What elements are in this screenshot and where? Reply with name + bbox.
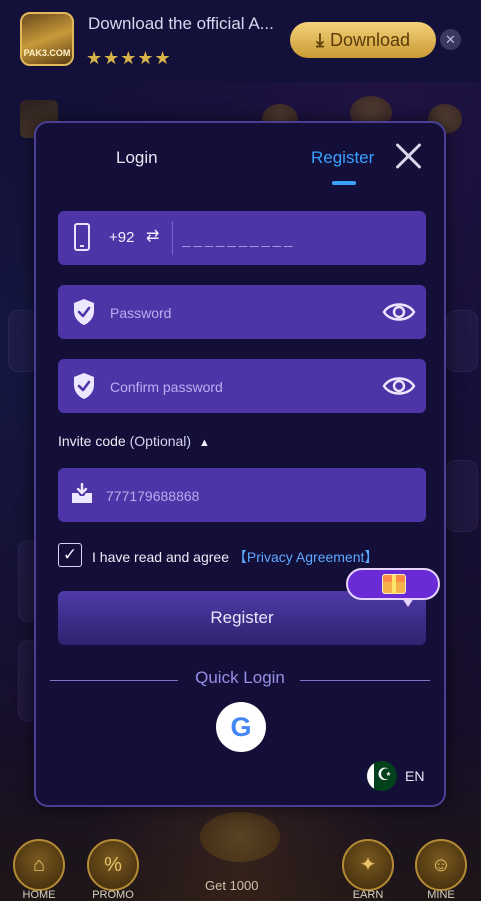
nav-label: HOME [22, 889, 56, 901]
rating-stars: ★★★★★ [86, 48, 172, 68]
nav-home[interactable]: ⌂ HOME [4, 839, 74, 901]
swap-icon[interactable]: ⇄ [146, 226, 159, 246]
agree-label: I have read and agree [92, 549, 229, 565]
download-icon: ⤓ [315, 29, 324, 50]
nav-label: PROMO [92, 889, 134, 901]
app-logo-text: PAK3.COM [23, 48, 71, 58]
nav-mine[interactable]: ☺ MINE [406, 839, 476, 901]
privacy-agreement-link[interactable]: 【Privacy Agreement】 [233, 549, 379, 565]
agree-text: I have read and agree 【Privacy Agreement… [92, 547, 378, 567]
caret-up-icon[interactable]: ▲ [199, 437, 210, 449]
tab-register[interactable]: Register [311, 148, 374, 168]
download-label: Download [329, 29, 411, 50]
eye-icon[interactable] [382, 373, 416, 399]
gift-icon: ✦ [342, 839, 394, 891]
divider-right [300, 680, 430, 681]
invite-code-field [58, 468, 426, 522]
shield-icon [74, 373, 94, 399]
profile-icon: ☺ [415, 839, 467, 891]
inbox-icon [72, 483, 92, 503]
country-code[interactable]: +92 [109, 229, 134, 246]
app-logo: PAK3.COM [20, 12, 74, 66]
invite-label-text: Invite code [58, 433, 126, 449]
banner-close-icon[interactable]: ✕ [440, 29, 461, 50]
password-input[interactable] [108, 297, 372, 329]
nav-promo[interactable]: % PROMO [78, 839, 148, 901]
active-tab-indicator [332, 181, 356, 185]
agree-checkbox[interactable]: ✓ [58, 543, 82, 567]
download-button[interactable]: ⤓ Download [290, 22, 436, 58]
bottom-nav: ⌂ HOME % PROMO Get 1000 ✦ EARN ☺ MINE [0, 837, 481, 901]
tab-login[interactable]: Login [116, 148, 158, 168]
phone-field: +92 ⇄ [58, 211, 426, 265]
bonus-text: Get 1000 [205, 878, 259, 893]
divider [172, 221, 173, 255]
confirm-password-field [58, 359, 426, 413]
home-icon: ⌂ [13, 839, 65, 891]
close-icon[interactable] [394, 141, 424, 171]
register-modal: Login Register +92 ⇄ I [34, 121, 446, 807]
eye-icon[interactable] [382, 299, 416, 325]
phone-icon [74, 223, 90, 251]
phone-input[interactable] [180, 223, 414, 255]
nav-label: MINE [427, 889, 455, 901]
nav-earn[interactable]: ✦ EARN [333, 839, 403, 901]
download-banner: PAK3.COM Download the official A... ★★★★… [0, 0, 481, 82]
promo-icon: % [87, 839, 139, 891]
invite-optional-text: (Optional) [129, 433, 192, 449]
shield-icon [74, 299, 94, 325]
invite-code-label[interactable]: Invite code (Optional) ▲ [58, 433, 210, 449]
pakistan-flag-icon[interactable]: ☪ [367, 761, 397, 791]
language-selector[interactable]: EN [405, 768, 424, 784]
gift-box-icon [382, 574, 406, 594]
nav-label: EARN [352, 889, 384, 901]
quick-login-title: Quick Login [195, 668, 285, 687]
gift-badge[interactable] [346, 568, 440, 607]
invite-code-input[interactable] [104, 480, 408, 512]
google-login-button[interactable]: G [216, 702, 266, 752]
confirm-password-input[interactable] [108, 371, 372, 403]
banner-title: Download the official A... [88, 14, 274, 33]
password-field [58, 285, 426, 339]
google-icon: G [230, 712, 252, 742]
